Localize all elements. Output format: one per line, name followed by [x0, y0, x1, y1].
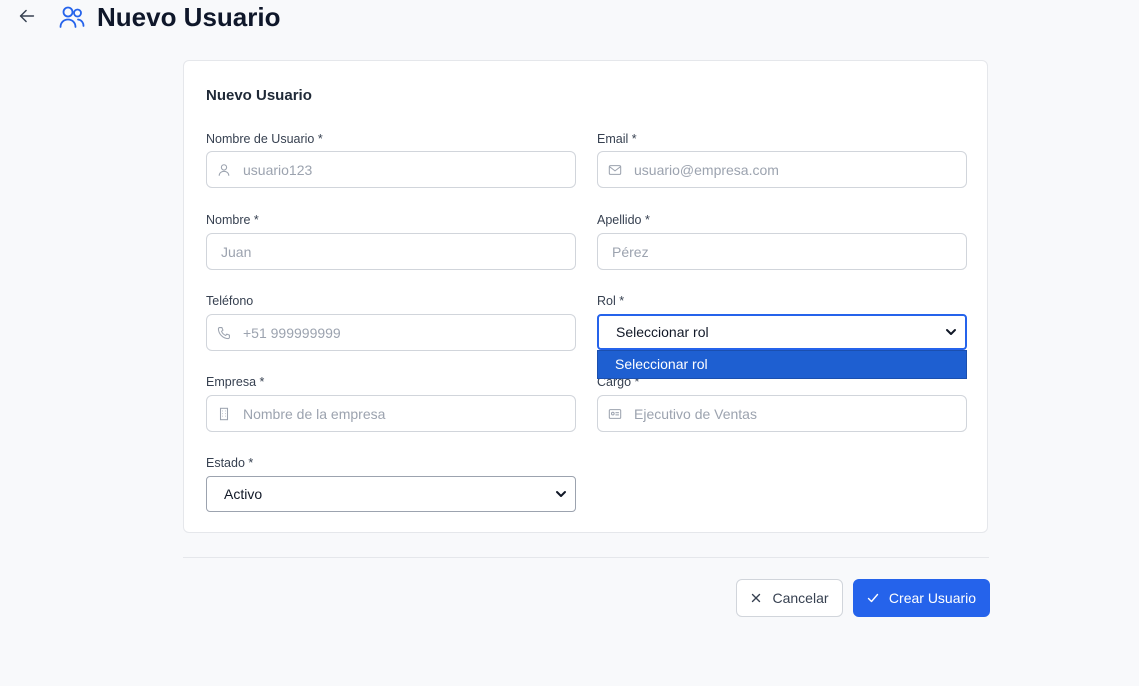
create-user-button[interactable]: Crear Usuario [853, 579, 990, 617]
phone-label: Teléfono [206, 294, 254, 308]
chevron-down-icon [946, 329, 956, 335]
page-title: Nuevo Usuario [97, 2, 281, 32]
id-card-icon [608, 408, 622, 419]
cancel-button-label: Cancelar [772, 590, 829, 606]
first-name-input[interactable] [207, 243, 575, 260]
last-name-input[interactable] [598, 243, 966, 260]
arrow-left-icon[interactable] [16, 5, 38, 27]
mail-icon [608, 164, 622, 175]
company-label: Empresa * [206, 375, 265, 389]
status-select[interactable]: Activo [206, 476, 576, 512]
status-label: Estado * [206, 456, 254, 470]
role-option[interactable]: Seleccionar rol [598, 351, 966, 378]
building-icon [219, 407, 229, 420]
company-input[interactable] [243, 405, 575, 422]
position-field[interactable] [597, 395, 967, 432]
username-input[interactable] [243, 161, 575, 178]
footer-divider [183, 557, 989, 558]
chevron-down-icon [556, 491, 566, 497]
email-input[interactable] [634, 161, 966, 178]
company-field[interactable] [206, 395, 576, 432]
users-icon [59, 6, 85, 28]
username-label: Nombre de Usuario * [206, 132, 323, 146]
status-selected-value: Activo [224, 486, 263, 502]
check-icon [867, 593, 879, 603]
role-dropdown-list: Seleccionar rol [597, 350, 967, 379]
first-name-label: Nombre * [206, 213, 259, 227]
email-field[interactable] [597, 151, 967, 188]
x-icon [752, 593, 761, 603]
role-select[interactable]: Seleccionar rol [597, 314, 967, 350]
create-user-button-label: Crear Usuario [888, 590, 977, 606]
phone-icon [217, 326, 230, 339]
username-field[interactable] [206, 151, 576, 188]
position-input[interactable] [634, 405, 966, 422]
cancel-button[interactable]: Cancelar [736, 579, 843, 617]
role-selected-value: Seleccionar rol [616, 324, 709, 340]
first-name-field[interactable] [206, 233, 576, 270]
phone-input[interactable] [243, 324, 575, 341]
last-name-field[interactable] [597, 233, 967, 270]
page-header: Nuevo Usuario [0, 0, 1139, 36]
last-name-label: Apellido * [597, 213, 650, 227]
user-icon [218, 163, 230, 176]
role-label: Rol * [597, 294, 625, 308]
phone-field[interactable] [206, 314, 576, 351]
email-label: Email * [597, 132, 637, 146]
form-title: Nuevo Usuario [206, 87, 312, 104]
user-form-card: Nuevo Usuario [183, 60, 988, 533]
